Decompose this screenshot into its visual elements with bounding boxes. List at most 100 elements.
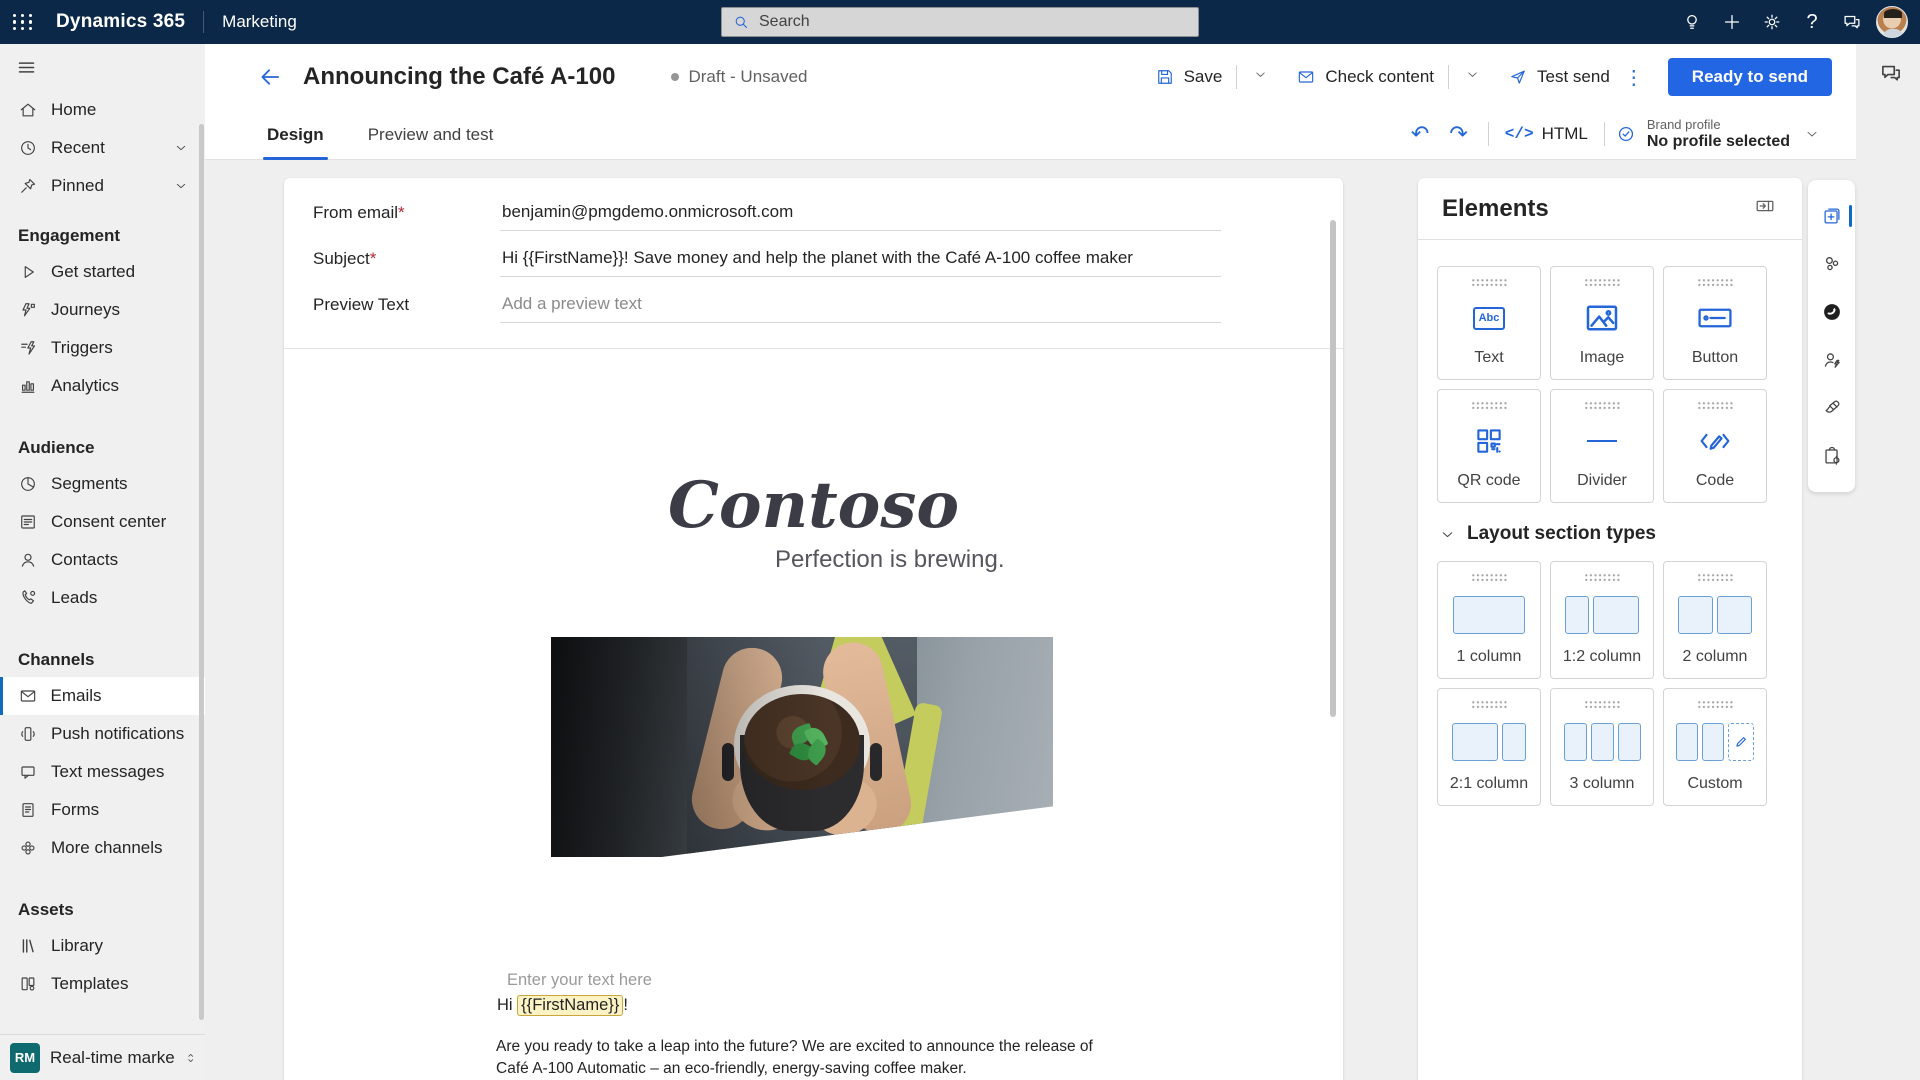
from-email-field[interactable] <box>500 200 1221 231</box>
email-envelope-icon <box>18 686 38 706</box>
sidebar-section-assets: Assets <box>0 893 205 927</box>
sidebar-item-more-channels[interactable]: More channels <box>0 829 205 867</box>
more-commands-icon[interactable]: ⋮ <box>1614 65 1654 90</box>
sidebar-item-templates[interactable]: Templates <box>0 965 205 1003</box>
rail-elements-icon[interactable] <box>1808 240 1855 288</box>
area-badge: RM <box>10 1043 40 1073</box>
rail-toolbox-add-icon[interactable] <box>1808 192 1855 240</box>
elements-panel-title: Elements <box>1442 195 1549 223</box>
sidebar-item-get-started[interactable]: Get started <box>0 253 205 291</box>
divider <box>1236 65 1237 89</box>
layout-tile-3-column[interactable]: 3 column <box>1550 688 1654 806</box>
sidebar-item-triggers[interactable]: Triggers <box>0 329 205 367</box>
brand-profile-selector[interactable]: Brand profile No profile selected <box>1615 118 1820 151</box>
drag-handle-icon <box>1471 401 1507 410</box>
layout-tile-2-1-column[interactable]: 2:1 column <box>1437 688 1541 806</box>
preview-text-field[interactable] <box>500 292 1221 323</box>
redo-icon[interactable]: ↷ <box>1439 123 1477 145</box>
rail-style-brush-icon[interactable] <box>1808 384 1855 432</box>
preview-text-label: Preview Text <box>313 292 500 315</box>
sidebar-item-recent[interactable]: Recent <box>0 129 205 167</box>
sidebar-item-text-messages[interactable]: Text messages <box>0 753 205 791</box>
layout-tile-2-column[interactable]: 2 column <box>1663 561 1767 679</box>
lightbulb-icon[interactable] <box>1672 0 1712 44</box>
empty-text-block-placeholder[interactable]: Enter your text here <box>507 971 652 990</box>
element-tile-code[interactable]: Code <box>1663 389 1767 503</box>
check-content-split-chevron-icon[interactable] <box>1459 63 1486 91</box>
sidebar-scrollbar[interactable] <box>199 124 204 1020</box>
test-send-button[interactable]: Test send <box>1504 61 1614 93</box>
undo-icon[interactable]: ↶ <box>1401 123 1439 145</box>
more-channels-icon <box>18 838 38 858</box>
sidebar-item-leads[interactable]: Leads <box>0 579 205 617</box>
sidebar-item-segments[interactable]: Segments <box>0 465 205 503</box>
sidebar-item-journeys[interactable]: Journeys <box>0 291 205 329</box>
element-tile-divider[interactable]: Divider <box>1550 389 1654 503</box>
contoso-logo[interactable]: Contoso Perfection is brewing. <box>619 474 1009 574</box>
save-split-chevron-icon[interactable] <box>1247 63 1274 91</box>
layout-tile-custom[interactable]: Custom <box>1663 688 1767 806</box>
push-phone-icon <box>18 724 38 744</box>
body-paragraph[interactable]: Are you ready to take a leap into the fu… <box>496 1036 1096 1079</box>
plus-icon[interactable] <box>1712 0 1752 44</box>
collapse-panel-icon[interactable] <box>1750 191 1780 226</box>
from-email-label: From email* <box>313 200 500 223</box>
element-tile-qr-code[interactable]: QR code <box>1437 389 1541 503</box>
layout-tile-1-2-column[interactable]: 1:2 column <box>1550 561 1654 679</box>
site-map-sidebar: Home Recent Pinned Engagement Get starte… <box>0 44 205 1080</box>
settings-gear-icon[interactable] <box>1752 0 1792 44</box>
chevron-down-icon[interactable] <box>173 140 189 156</box>
search-icon <box>732 13 750 31</box>
tab-preview-and-test[interactable]: Preview and test <box>368 110 494 160</box>
app-brand[interactable]: Dynamics 365 <box>56 11 185 33</box>
layout-tile-1-column[interactable]: 1 column <box>1437 561 1541 679</box>
element-tile-button[interactable]: Button <box>1663 266 1767 380</box>
sms-bubble-icon <box>18 762 38 782</box>
search-input[interactable]: Search <box>721 7 1199 37</box>
sidebar-item-pinned[interactable]: Pinned <box>0 167 205 205</box>
subject-field[interactable] <box>500 246 1221 277</box>
app-launcher-waffle-icon[interactable] <box>0 0 46 44</box>
greeting-text-block[interactable]: Hi {{FirstName}}! <box>497 996 628 1015</box>
save-button[interactable]: Save <box>1151 61 1227 93</box>
command-bar: Announcing the Café A-100 Draft - Unsave… <box>205 44 1856 110</box>
user-avatar[interactable] <box>1872 0 1912 44</box>
sidebar-item-push-notifications[interactable]: Push notifications <box>0 715 205 753</box>
sidebar-item-analytics[interactable]: Analytics <box>0 367 205 405</box>
element-tile-image[interactable]: Image <box>1550 266 1654 380</box>
hamburger-menu-icon[interactable] <box>0 44 205 91</box>
sidebar-item-emails[interactable]: Emails <box>0 677 205 715</box>
sidebar-item-forms[interactable]: Forms <box>0 791 205 829</box>
sidebar-item-contacts[interactable]: Contacts <box>0 541 205 579</box>
divider <box>1488 122 1489 146</box>
sidebar-item-home[interactable]: Home <box>0 91 205 129</box>
area-switcher[interactable]: RM Real-time marketi... <box>0 1034 205 1080</box>
app-area-name[interactable]: Marketing <box>222 12 297 32</box>
code-element-icon <box>1698 428 1732 454</box>
collaboration-chat-icon[interactable] <box>1878 60 1904 91</box>
canvas-scrollbar[interactable] <box>1330 220 1336 717</box>
brand-seal-icon <box>1615 123 1637 145</box>
back-arrow-icon[interactable] <box>255 62 285 92</box>
search-placeholder: Search <box>759 13 810 31</box>
personalization-token[interactable]: {{FirstName}} <box>517 995 623 1016</box>
feedback-chat-icon[interactable] <box>1832 0 1872 44</box>
layout-section-types-header[interactable]: Layout section types <box>1418 503 1802 545</box>
chevron-down-icon[interactable] <box>173 178 189 194</box>
html-view-button[interactable]: </> HTML <box>1505 124 1588 144</box>
rail-personalization-icon[interactable] <box>1808 336 1855 384</box>
rail-general-settings-icon[interactable] <box>1808 432 1855 480</box>
sidebar-item-consent-center[interactable]: Consent center <box>0 503 205 541</box>
check-content-button[interactable]: Check content <box>1292 61 1438 93</box>
rail-copilot-icon[interactable] <box>1808 288 1855 336</box>
element-tile-text[interactable]: Abc Text <box>1437 266 1541 380</box>
chevron-down-icon <box>1804 126 1820 142</box>
chevron-down-icon <box>1439 526 1456 543</box>
ready-to-send-button[interactable]: Ready to send <box>1668 58 1832 96</box>
drag-handle-icon <box>1584 573 1620 582</box>
tab-design[interactable]: Design <box>267 110 324 160</box>
hero-image-coffee-plant[interactable] <box>551 637 1053 857</box>
help-icon[interactable]: ? <box>1792 0 1832 44</box>
pin-icon <box>18 176 38 196</box>
sidebar-item-library[interactable]: Library <box>0 927 205 965</box>
